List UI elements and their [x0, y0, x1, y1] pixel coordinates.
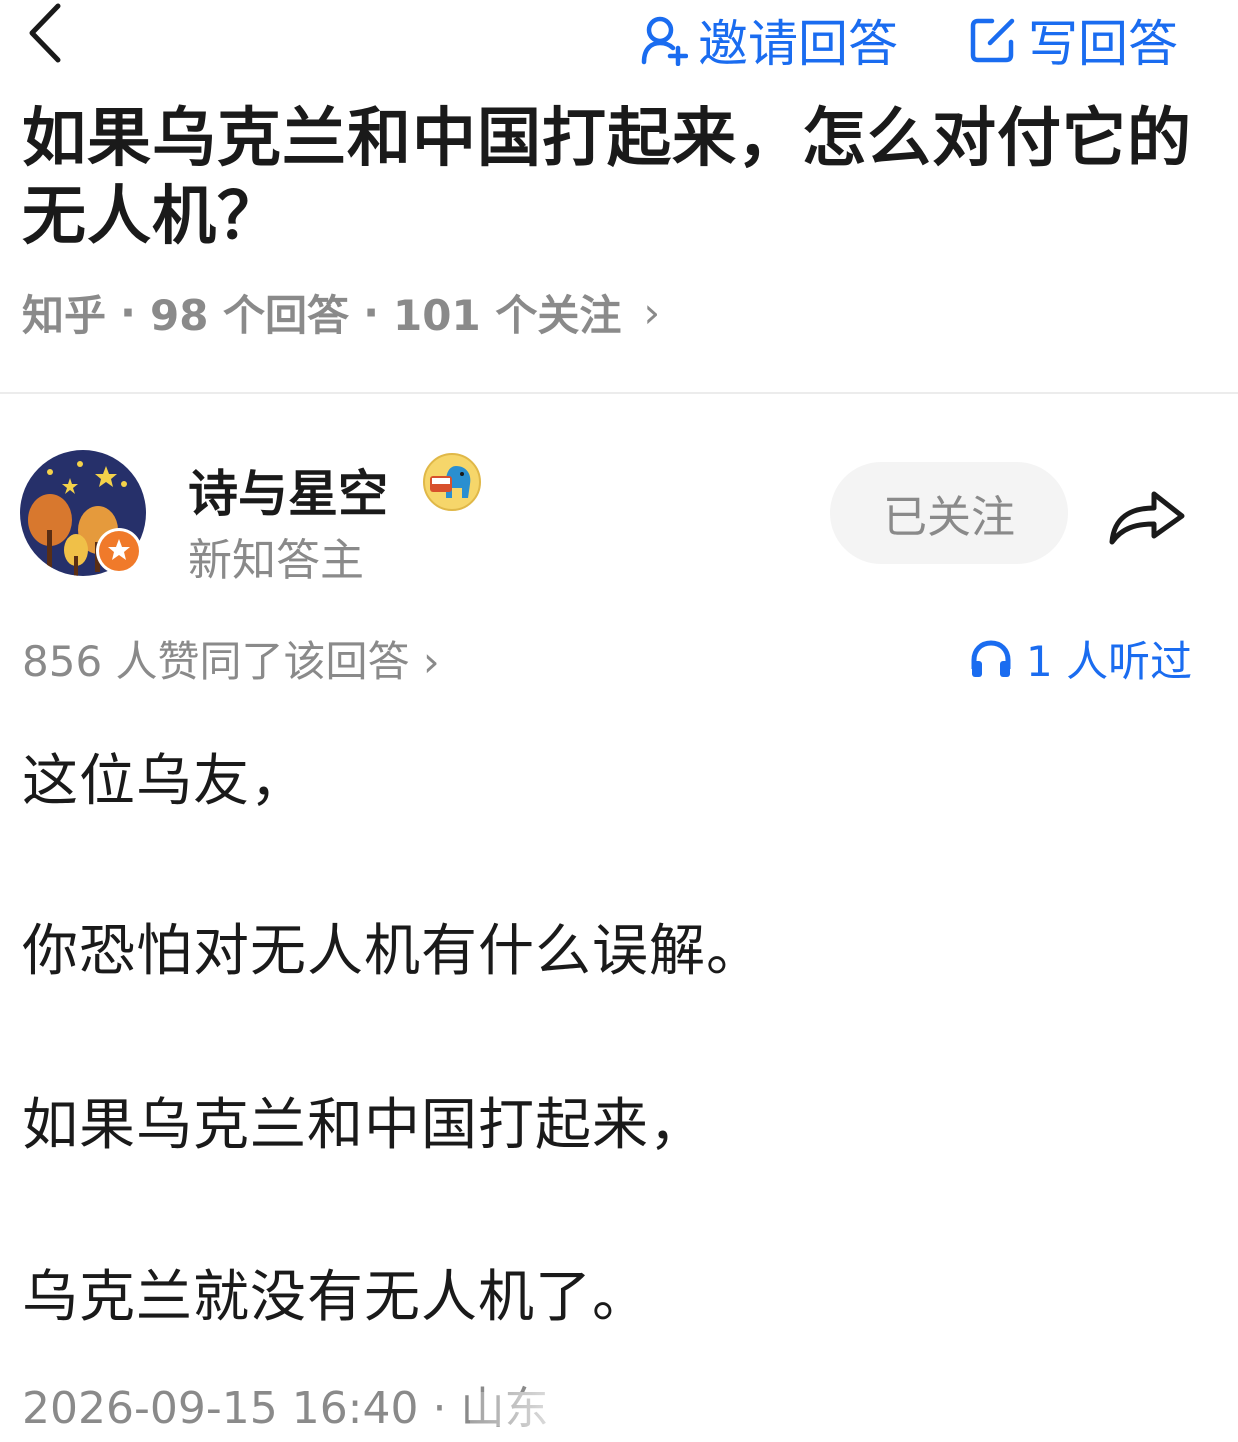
question-meta[interactable]: 知乎 · 98 个回答 · 101 个关注 › [22, 282, 660, 343]
share-arrow-icon [1109, 491, 1185, 545]
answer-paragraph: 这位乌友， [22, 749, 307, 814]
answers-count: 98 个回答 [149, 291, 350, 340]
write-answer-button[interactable]: 写回答 [968, 4, 1178, 76]
headphones-icon [971, 639, 1011, 677]
star-badge-icon [99, 531, 139, 571]
top-bar: 邀请回答 写回答 [0, 0, 1238, 80]
divider [0, 392, 1238, 394]
invite-answer-label: 邀请回答 [698, 15, 898, 73]
author-subtitle: 新知答主 [188, 535, 364, 586]
separator-dot: · [120, 288, 136, 337]
write-answer-label: 写回答 [1028, 15, 1178, 73]
question-title[interactable]: 如果乌克兰和中国打起来，怎么对付它的无人机？ [22, 100, 1212, 256]
blur-overlay [470, 1392, 770, 1426]
separator-dot: · [363, 288, 380, 337]
verified-badge [96, 528, 142, 574]
creature-badge-icon [423, 453, 481, 511]
person-add-icon [641, 16, 688, 66]
edit-icon [970, 18, 1015, 63]
followers-count: 101 个关注 [393, 291, 622, 340]
back-button[interactable] [24, 2, 74, 64]
answer-paragraph: 你恐怕对无人机有什么误解。 [22, 919, 763, 984]
source-label: 知乎 [22, 291, 107, 340]
upvote-count-link[interactable]: 856 人赞同了该回答 › [22, 628, 440, 689]
chevron-left-icon [29, 3, 61, 63]
chevron-right-icon: › [643, 288, 661, 337]
follow-button[interactable]: 已关注 [830, 462, 1068, 564]
author-name[interactable]: 诗与星空 [188, 454, 388, 526]
author-badge [422, 452, 482, 512]
answer-paragraph: 如果乌克兰和中国打起来， [22, 1093, 706, 1158]
answer-paragraph: 乌克兰就没有无人机了。 [22, 1265, 649, 1330]
invite-answer-button[interactable]: 邀请回答 [640, 4, 898, 76]
listened-count[interactable]: 1 人听过 [970, 628, 1192, 689]
listened-label: 1 人听过 [1026, 637, 1193, 686]
share-button[interactable] [1106, 482, 1188, 548]
